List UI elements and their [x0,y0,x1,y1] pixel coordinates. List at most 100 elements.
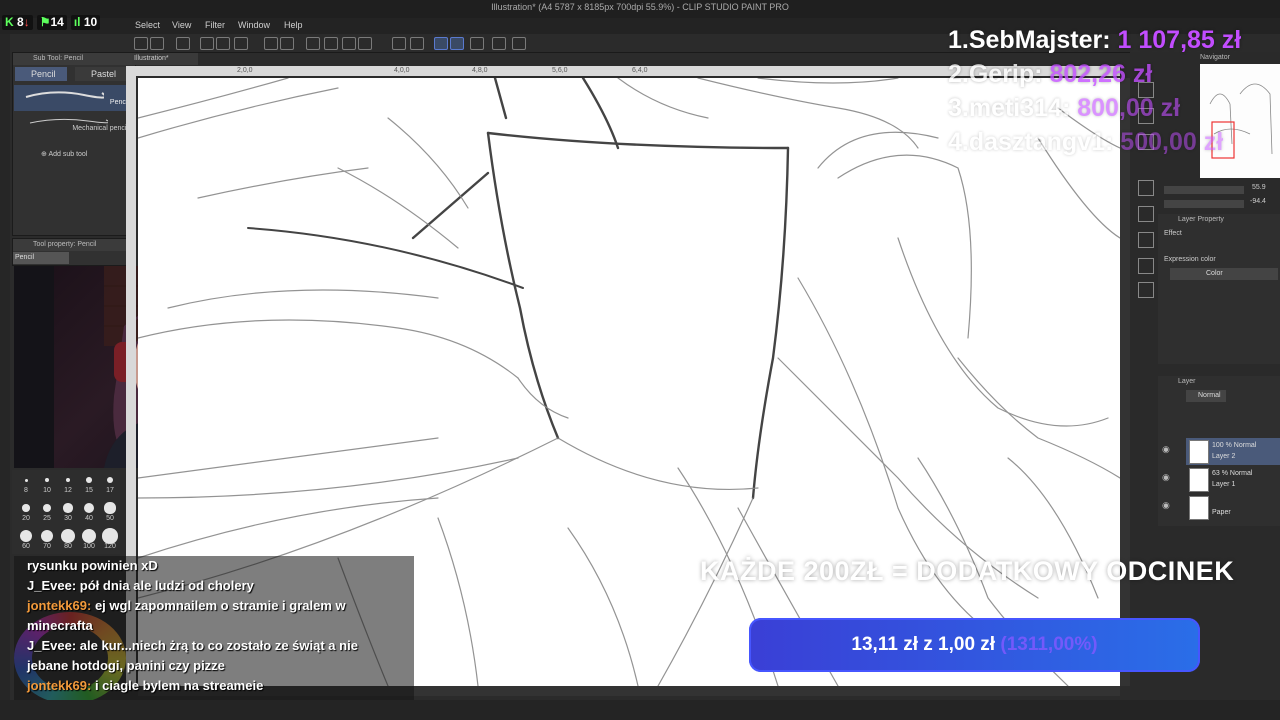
layer-property-title: Layer Property [1178,216,1224,223]
brush-size-option[interactable] [65,477,71,483]
eye-icon[interactable]: ◉ [1162,472,1170,483]
brush-size-label: 120 [104,543,116,550]
stabilizer-icon[interactable] [450,37,464,50]
tool-icon[interactable] [134,37,148,50]
tool-icon[interactable] [512,37,526,50]
stabilizer-icon[interactable] [434,37,448,50]
tool-icon[interactable] [342,37,356,50]
donor-entry: 4.dasztangv1: 500,00 zł [948,128,1224,156]
tab-pastel[interactable]: Pastel [75,67,127,81]
menu-window[interactable]: Window [238,20,270,30]
angle-slider[interactable] [1164,200,1244,208]
tool-icon[interactable] [324,37,338,50]
blend-mode-select[interactable]: Normal [1186,390,1226,402]
eye-icon[interactable]: ◉ [1162,444,1170,455]
chat-message: jontekk69: i ciagle bylem na streameie [27,678,263,693]
brush-size-option[interactable] [86,477,92,483]
brush-size-label: 17 [106,487,114,494]
brush-size-option[interactable] [45,478,49,482]
chat-message: rysunku powinien xD [27,558,158,573]
chat-username: J_Evee: [27,638,77,653]
brush-size-option[interactable] [104,502,116,514]
tool-icon[interactable] [306,37,320,50]
tool-icon[interactable] [150,37,164,50]
viewers-icon: ıl [73,14,81,29]
menu-view[interactable]: View [172,20,191,30]
donor-entry: 3.meti314: 800,00 zł [948,94,1181,122]
follower-icon: ⚑ [39,14,51,29]
brush-size-label: 50 [106,515,114,522]
chat-message: J_Evee: ale kur...niech żrą to co został… [27,638,358,653]
tool-icon[interactable] [470,37,484,50]
top-donors-overlay: 1.SebMajster: 1 107,85 zł 2.Gerip: 802,2… [948,26,1278,166]
chat-text: rysunku powinien xD [27,558,158,573]
brush-size-option[interactable] [102,528,118,544]
brush-size-option[interactable] [24,478,28,482]
brush-size-option[interactable] [81,528,97,544]
menu-select[interactable]: Select [135,20,160,30]
layer-property-panel: Layer Property Effect Expression color C… [1158,214,1280,364]
follower-count: ⚑14 [36,14,67,30]
tool-icon[interactable] [176,37,190,50]
chat-message: minecrafta [27,618,93,633]
expression-color-select[interactable]: Color [1170,268,1278,280]
zoom-slider[interactable] [1164,186,1244,194]
eye-icon[interactable]: ◉ [1162,500,1170,511]
panel-icon[interactable] [1138,258,1154,274]
brush-size-palette: 8 10 12 15 17 20 25 30 40 50 60 70 80 100 120 [12,470,120,554]
brush-size-option[interactable] [20,530,32,542]
tool-icon[interactable] [358,37,372,50]
document-tab[interactable]: Illustration* [132,53,198,65]
tool-icon[interactable] [234,37,248,50]
kick-icon: K [5,14,14,29]
chat-username: J_Evee: [27,578,77,593]
kick-count: K 8↓ [2,14,33,30]
layer-row[interactable]: 63 % Normal Layer 1 [1186,466,1280,493]
episode-banner: KAŻDE 200ZŁ = DODATKOWY ODCINEK [700,556,1235,586]
brush-size-option[interactable] [106,476,114,484]
tool-icon[interactable] [216,37,230,50]
add-subtool-button[interactable]: ⊕ Add sub tool [41,150,87,158]
zoom-value: 55.9 [1252,184,1266,191]
brush-size-label: 12 [64,487,72,494]
redo-icon[interactable] [280,37,294,50]
chat-overlay: rysunku powinien xD J_Evee: pół dnia ale … [14,556,414,700]
brush-size-option[interactable] [61,529,75,543]
brush-size-option[interactable] [63,503,73,513]
menu-filter[interactable]: Filter [205,20,225,30]
layer-row[interactable]: 100 % Normal Layer 2 [1186,438,1280,465]
panel-icon[interactable] [1138,282,1154,298]
tool-icon[interactable] [410,37,424,50]
chat-message: jontekk69: ej wgl zapomnailem o stramie … [27,598,346,613]
tool-icon[interactable] [200,37,214,50]
brush-pencil[interactable]: Pencil [14,85,132,111]
vertical-scrollbar[interactable] [1120,78,1130,686]
menu-help[interactable]: Help [284,20,303,30]
chat-text: ej wgl zapomnailem o stramie i gralem w [94,598,346,613]
brush-mechanical-pencil[interactable]: Mechanical pencil [14,113,132,137]
subtool-panel: Sub Tool: Pencil Pencil Pastel Pencil Me… [12,52,136,236]
tool-icon[interactable] [392,37,406,50]
layer-row[interactable]: Paper [1186,494,1280,521]
layer-thumbnail [1189,496,1209,520]
tool-icon[interactable] [492,37,506,50]
chat-message: jebane hotdogi, panini czy pizze [27,658,225,673]
chat-text: jebane hotdogi, panini czy pizze [27,658,225,673]
chat-text: i ciagle bylem na streameie [94,678,264,693]
window-title: Illustration* (A4 5787 x 8185px 700dpi 5… [491,2,789,12]
panel-icon[interactable] [1138,232,1154,248]
panel-icon[interactable] [1138,180,1154,196]
brush-size-label: 100 [83,543,95,550]
status-bar [0,700,1280,720]
tab-pencil[interactable]: Pencil [15,67,67,81]
brush-size-option[interactable] [42,503,52,513]
brush-size-option[interactable] [40,529,54,543]
panel-icon[interactable] [1138,206,1154,222]
subtool-title: Sub Tool: Pencil [13,53,135,65]
brush-size-option[interactable] [83,502,95,514]
donation-goal-bar: 13,11 zł z 1,00 zł (1311,00%) [749,618,1200,672]
undo-icon[interactable] [264,37,278,50]
tool-property-tag: Pencil [13,252,69,264]
brush-size-option[interactable] [22,504,30,512]
brush-size-label: 40 [85,515,93,522]
